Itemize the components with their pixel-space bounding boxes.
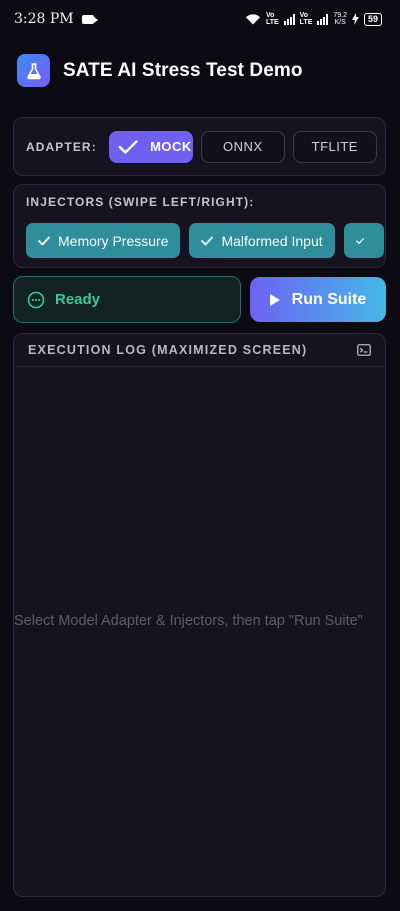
status-text: Ready xyxy=(55,291,101,308)
signal-icon-1 xyxy=(283,13,295,25)
adapter-selector: ADAPTER: MOCK ONNX TFLITE xyxy=(13,117,386,176)
adapter-option-onnx[interactable]: ONNX xyxy=(200,130,285,163)
status-indicator: Ready xyxy=(13,276,241,323)
volte-indicator-2: Vo LTE xyxy=(299,12,313,26)
injector-memory-pressure[interactable]: Memory Pressure xyxy=(26,223,181,258)
terminal-icon[interactable] xyxy=(357,344,371,356)
play-icon xyxy=(269,293,280,306)
status-bar: 3:28 PM Vo LTE Vo LTE 79.2 K/S 59 xyxy=(0,0,400,38)
injectors-scroll-row[interactable]: Memory Pressure Malformed Input xyxy=(26,223,385,258)
log-placeholder: Select Model Adapter & Injectors, then t… xyxy=(14,613,363,629)
check-icon xyxy=(118,139,138,154)
injector-malformed-input[interactable]: Malformed Input xyxy=(189,223,335,258)
clock: 3:28 PM xyxy=(14,11,74,27)
execution-log-title: EXECUTION LOG (MAXIMIZED SCREEN) xyxy=(28,343,308,357)
injector-partial[interactable] xyxy=(343,223,384,258)
battery-icon: 59 xyxy=(363,12,382,26)
network-speed: 79.2 K/S xyxy=(333,12,347,26)
more-horizontal-circle-icon xyxy=(27,291,45,308)
app-header: SATE AI Stress Test Demo xyxy=(17,54,303,87)
check-icon xyxy=(201,236,214,245)
signal-icon-2 xyxy=(317,13,329,25)
wifi-icon xyxy=(245,14,260,25)
run-suite-button[interactable]: Run Suite xyxy=(250,277,386,322)
volte-indicator-1: Vo LTE xyxy=(265,12,279,26)
check-icon xyxy=(355,237,364,244)
adapter-option-mock[interactable]: MOCK xyxy=(108,130,193,163)
adapter-option-tflite[interactable]: TFLITE xyxy=(292,130,377,163)
injectors-label: INJECTORS (SWIPE LEFT/RIGHT): xyxy=(26,195,255,209)
charging-icon xyxy=(351,13,359,25)
camera-recording-icon xyxy=(81,14,98,24)
flask-icon xyxy=(17,54,50,87)
check-icon xyxy=(38,236,50,245)
page-title: SATE AI Stress Test Demo xyxy=(63,59,303,81)
adapter-label: ADAPTER: xyxy=(26,139,97,154)
injectors-selector[interactable]: INJECTORS (SWIPE LEFT/RIGHT): Memory Pre… xyxy=(13,184,386,268)
execution-log-panel: EXECUTION LOG (MAXIMIZED SCREEN) Select … xyxy=(13,333,386,897)
